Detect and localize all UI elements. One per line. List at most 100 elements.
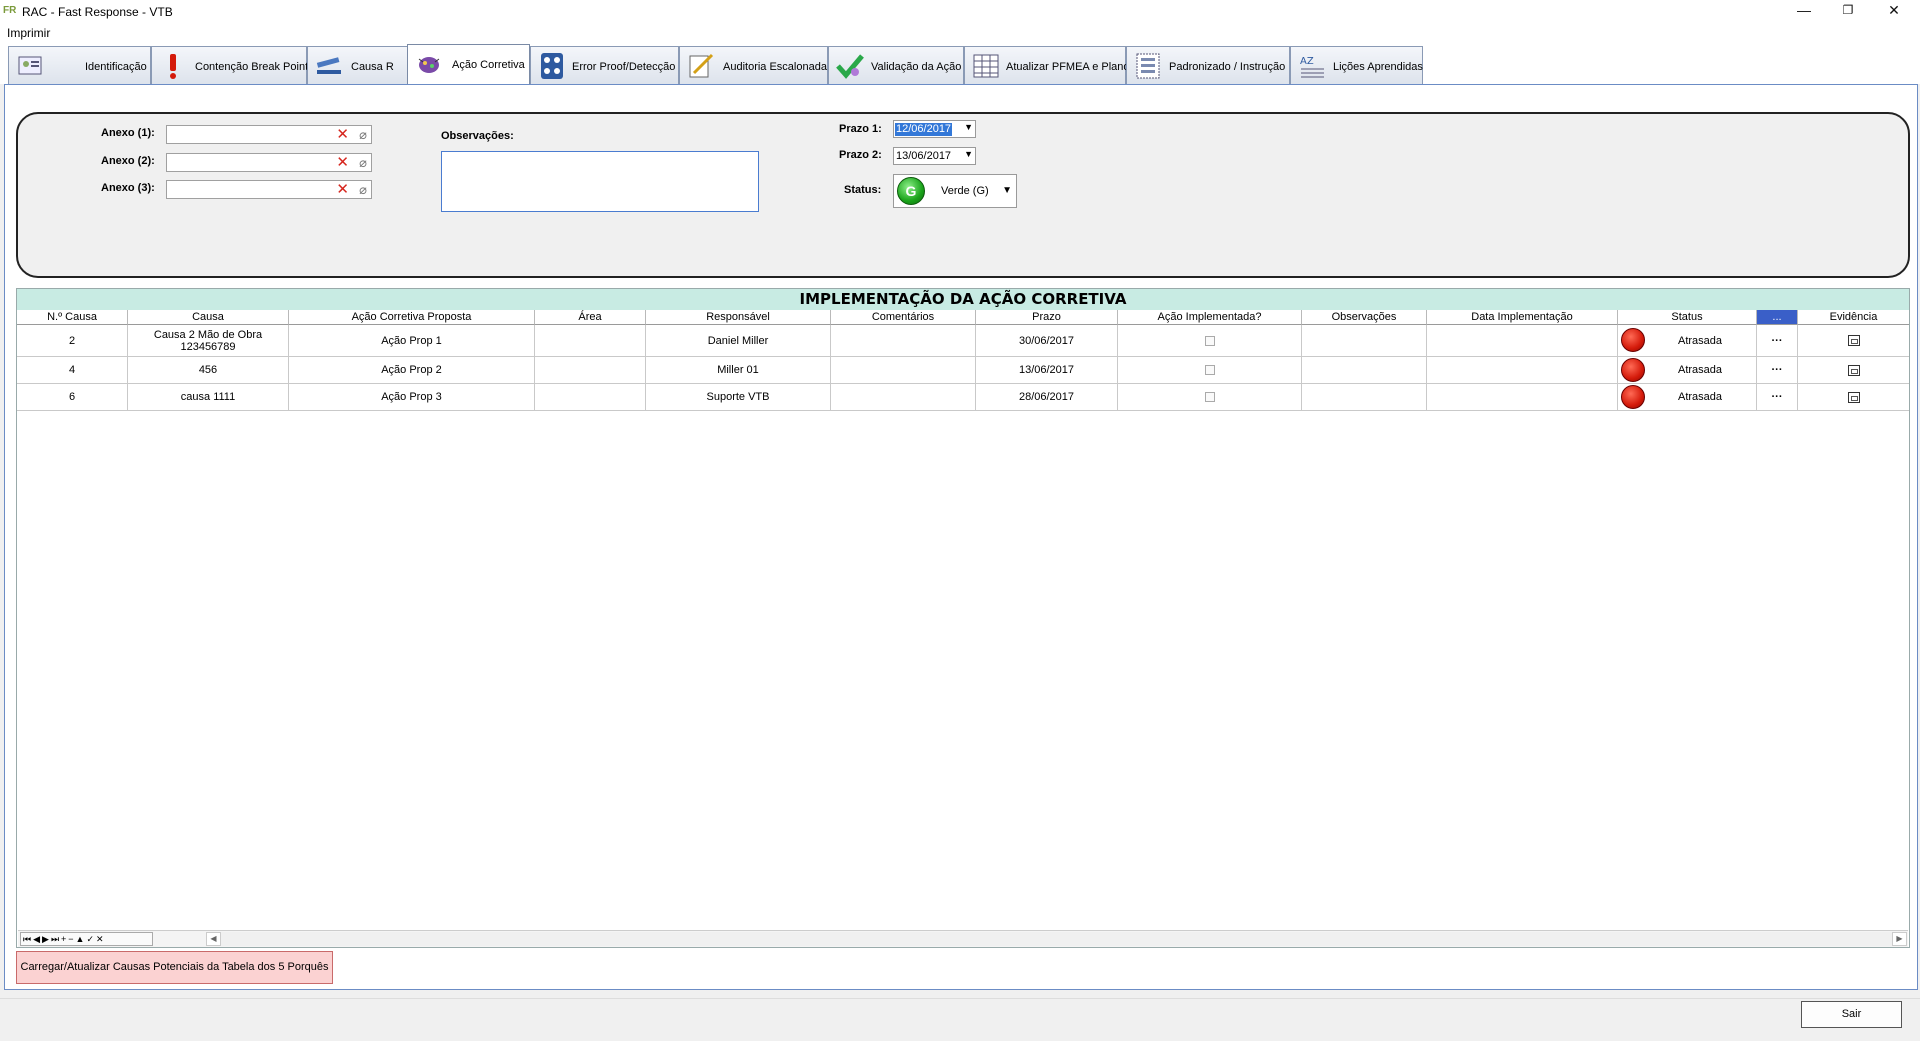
- tab-label: Atualizar PFMEA e Plano: [1006, 61, 1130, 73]
- col-header-implementada[interactable]: Ação Implementada?: [1118, 310, 1302, 325]
- col-header-area[interactable]: Área: [535, 310, 646, 325]
- observacoes-textarea[interactable]: [441, 151, 759, 212]
- dropdown-arrow-icon[interactable]: ▼: [964, 122, 973, 132]
- cell-prazo[interactable]: 28/06/2017: [976, 384, 1118, 411]
- col-header-acao[interactable]: Ação Corretiva Proposta: [289, 310, 535, 325]
- cell-more-button[interactable]: ···: [1757, 325, 1798, 357]
- col-header-more[interactable]: ...: [1757, 310, 1798, 325]
- cell-evidencia[interactable]: [1798, 357, 1909, 384]
- anexo2-field[interactable]: ✕ ⌀: [166, 153, 372, 172]
- anexo3-label: Anexo (3):: [101, 182, 155, 194]
- cell-area[interactable]: [535, 384, 646, 411]
- paperclip-icon[interactable]: ⌀: [359, 154, 367, 171]
- restore-button[interactable]: ❐: [1826, 0, 1870, 22]
- col-header-n-causa[interactable]: N.º Causa: [17, 310, 128, 325]
- col-header-comentarios[interactable]: Comentários: [831, 310, 976, 325]
- anexo3-field[interactable]: ✕ ⌀: [166, 180, 372, 199]
- exit-button[interactable]: Sair: [1801, 1001, 1902, 1028]
- col-header-observacoes[interactable]: Observações: [1302, 310, 1427, 325]
- cell-comentarios[interactable]: [831, 357, 976, 384]
- paperclip-icon[interactable]: ⌀: [359, 181, 367, 198]
- cell-status[interactable]: Atrasada: [1618, 357, 1757, 384]
- tab-label: Lições Aprendidas: [1333, 61, 1423, 73]
- cell-comentarios[interactable]: [831, 325, 976, 357]
- dropdown-arrow-icon[interactable]: ▼: [1002, 185, 1012, 196]
- cell-acao[interactable]: Ação Prop 2: [289, 357, 535, 384]
- status-select[interactable]: G Verde (G) ▼: [893, 174, 1017, 208]
- close-button[interactable]: ✕: [1872, 0, 1916, 22]
- cell-n-causa[interactable]: 6: [17, 384, 128, 411]
- cell-status[interactable]: Atrasada: [1618, 384, 1757, 411]
- load-causes-button[interactable]: Carregar/Atualizar Causas Potenciais da …: [16, 951, 333, 984]
- scroll-left-icon[interactable]: ◀: [206, 932, 221, 946]
- document-icon[interactable]: [1847, 335, 1860, 346]
- cell-prazo[interactable]: 30/06/2017: [976, 325, 1118, 357]
- menu-item-print[interactable]: Imprimir: [7, 26, 50, 40]
- cell-causa[interactable]: causa 1111: [128, 384, 289, 411]
- tab-validacao[interactable]: Validação da Ação: [828, 46, 964, 84]
- minimize-button[interactable]: —: [1782, 0, 1826, 22]
- tab-error-proof[interactable]: Error Proof/Detecção: [530, 46, 679, 84]
- cell-more-button[interactable]: ···: [1757, 357, 1798, 384]
- cell-data-implementacao[interactable]: [1427, 325, 1618, 357]
- cell-status[interactable]: Atrasada: [1618, 325, 1757, 357]
- implementada-checkbox[interactable]: [1204, 392, 1215, 402]
- cell-acao[interactable]: Ação Prop 3: [289, 384, 535, 411]
- paperclip-icon[interactable]: ⌀: [359, 126, 367, 143]
- tab-causa-raiz[interactable]: Causa R: [307, 46, 415, 84]
- scroll-right-icon[interactable]: ▶: [1892, 932, 1907, 946]
- list-icon: [1136, 53, 1160, 79]
- cell-implementada[interactable]: [1118, 384, 1302, 411]
- cell-comentarios[interactable]: [831, 384, 976, 411]
- tab-auditoria[interactable]: Auditoria Escalonada: [679, 46, 828, 84]
- tab-acao-corretiva[interactable]: Ação Corretiva: [407, 44, 530, 84]
- cell-area[interactable]: [535, 325, 646, 357]
- cell-n-causa[interactable]: 4: [17, 357, 128, 384]
- cell-n-causa[interactable]: 2: [17, 325, 128, 357]
- col-header-evidencia[interactable]: Evidência: [1798, 310, 1909, 325]
- cell-more-button[interactable]: ···: [1757, 384, 1798, 411]
- cell-area[interactable]: [535, 357, 646, 384]
- cell-implementada[interactable]: [1118, 325, 1302, 357]
- tab-licoes[interactable]: AZ Lições Aprendidas: [1290, 46, 1423, 84]
- cell-observacoes[interactable]: [1302, 325, 1427, 357]
- cell-data-implementacao[interactable]: [1427, 357, 1618, 384]
- implementada-checkbox[interactable]: [1204, 365, 1215, 375]
- pencil-sheet-icon: [689, 53, 714, 78]
- cell-causa[interactable]: Causa 2 Mão de Obra 123456789: [128, 325, 289, 357]
- cell-data-implementacao[interactable]: [1427, 384, 1618, 411]
- document-icon[interactable]: [1847, 364, 1860, 376]
- record-navigation-buttons[interactable]: ⏮◀▶⏭+−▲✓✕: [20, 932, 153, 946]
- cell-prazo[interactable]: 13/06/2017: [976, 357, 1118, 384]
- col-header-causa[interactable]: Causa: [128, 310, 289, 325]
- status-text: Atrasada: [1677, 334, 1723, 347]
- cell-implementada[interactable]: [1118, 357, 1302, 384]
- clear-icon[interactable]: ✕: [336, 126, 349, 143]
- implementada-checkbox[interactable]: [1204, 335, 1215, 346]
- cell-responsavel[interactable]: Daniel Miller: [646, 325, 831, 357]
- cell-responsavel[interactable]: Suporte VTB: [646, 384, 831, 411]
- cell-causa[interactable]: 456: [128, 357, 289, 384]
- document-icon[interactable]: [1847, 391, 1860, 403]
- cell-observacoes[interactable]: [1302, 384, 1427, 411]
- clear-icon[interactable]: ✕: [336, 181, 349, 198]
- col-header-status[interactable]: Status: [1618, 310, 1757, 325]
- prazo2-datepicker[interactable]: 13/06/2017 ▼: [893, 147, 976, 165]
- horizontal-scrollbar[interactable]: ◀ ▶: [206, 932, 1907, 946]
- tab-contencao[interactable]: Contenção Break Point: [151, 46, 308, 84]
- clear-icon[interactable]: ✕: [336, 154, 349, 171]
- tab-identificacao[interactable]: Identificação: [8, 46, 151, 84]
- cell-evidencia[interactable]: [1798, 325, 1909, 357]
- anexo1-field[interactable]: ✕ ⌀: [166, 125, 372, 144]
- cell-responsavel[interactable]: Miller 01: [646, 357, 831, 384]
- cell-observacoes[interactable]: [1302, 357, 1427, 384]
- prazo1-datepicker[interactable]: 12/06/2017 ▼: [893, 120, 976, 138]
- col-header-data-implementacao[interactable]: Data Implementação: [1427, 310, 1618, 325]
- col-header-responsavel[interactable]: Responsável: [646, 310, 831, 325]
- cell-acao[interactable]: Ação Prop 1: [289, 325, 535, 357]
- tab-padronizado[interactable]: Padronizado / Instrução: [1126, 46, 1290, 84]
- tab-atualizar-pfmea[interactable]: Atualizar PFMEA e Plano: [964, 46, 1130, 84]
- dropdown-arrow-icon[interactable]: ▼: [964, 149, 973, 159]
- cell-evidencia[interactable]: [1798, 384, 1909, 411]
- col-header-prazo[interactable]: Prazo: [976, 310, 1118, 325]
